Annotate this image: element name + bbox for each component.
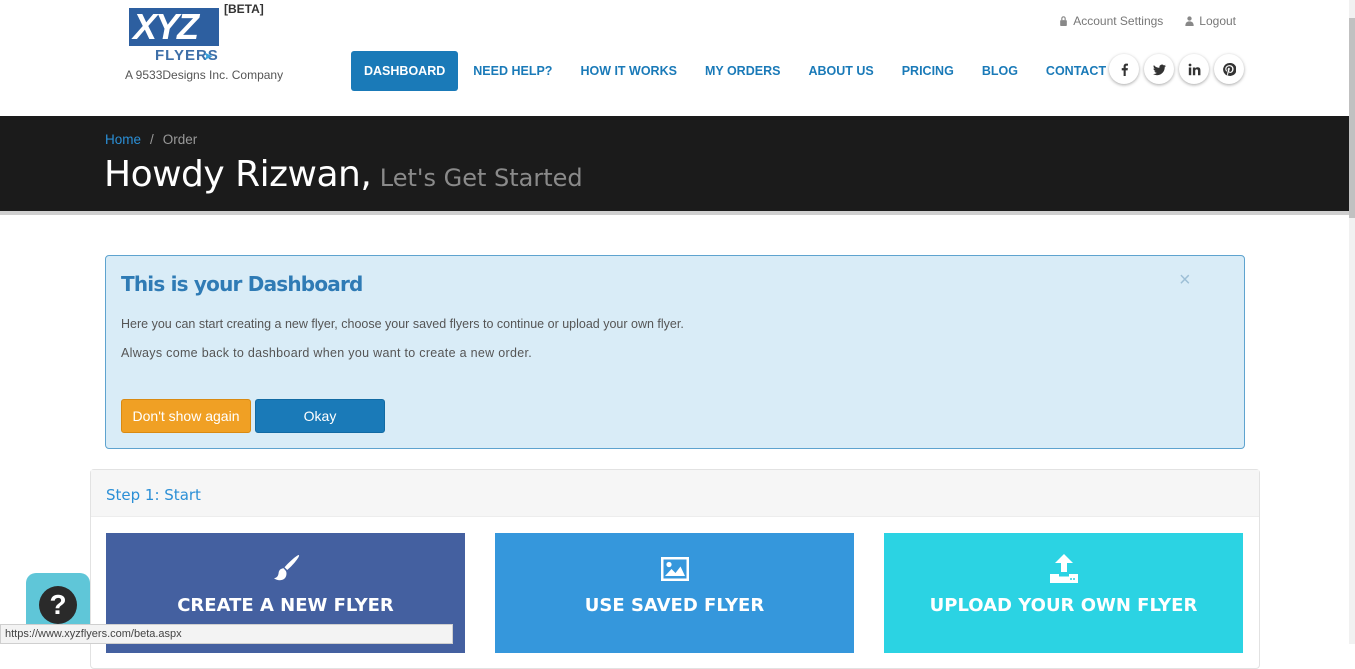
top-links: Account Settings Logout	[1059, 14, 1236, 28]
nav-my-orders[interactable]: MY ORDERS	[691, 51, 794, 91]
pinterest-icon[interactable]	[1214, 54, 1244, 84]
card-label-saved: USE SAVED FLYER	[584, 595, 765, 616]
greeting-main: Howdy Rizwan,	[104, 154, 372, 195]
alert-text-1: Here you can start creating a new flyer,…	[121, 317, 684, 331]
upload-icon	[1049, 554, 1078, 583]
main-nav: DASHBOARD NEED HELP? HOW IT WORKS MY ORD…	[351, 51, 1120, 91]
site-header: XYZ FLYERS ➤ [BETA] A 9533Designs Inc. C…	[0, 0, 1349, 116]
user-icon	[1185, 16, 1194, 26]
question-icon: ?	[39, 586, 77, 624]
breadcrumb-home[interactable]: Home	[105, 132, 141, 147]
nav-pricing[interactable]: PRICING	[888, 51, 968, 91]
paper-plane-icon: ➤	[203, 49, 214, 63]
nav-about-us[interactable]: ABOUT US	[794, 51, 887, 91]
greeting-sub: Let's Get Started	[379, 164, 583, 192]
page-title: Howdy Rizwan, Let's Get Started	[104, 154, 583, 195]
social-links	[1109, 54, 1244, 84]
okay-button[interactable]: Okay	[255, 399, 385, 433]
brush-icon	[273, 554, 299, 581]
nav-blog[interactable]: BLOG	[968, 51, 1032, 91]
facebook-icon[interactable]	[1109, 54, 1139, 84]
image-icon	[660, 557, 689, 581]
page-banner: Home / Order Howdy Rizwan, Let's Get Sta…	[0, 116, 1349, 215]
upload-own-flyer-card[interactable]: UPLOAD YOUR OWN FLYER	[884, 533, 1243, 653]
account-settings-label: Account Settings	[1073, 14, 1164, 28]
account-settings-link[interactable]: Account Settings	[1059, 14, 1163, 28]
nav-how-it-works[interactable]: HOW IT WORKS	[566, 51, 691, 91]
beta-badge: [BETA]	[224, 2, 264, 16]
card-label-upload: UPLOAD YOUR OWN FLYER	[929, 595, 1198, 616]
nav-dashboard[interactable]: DASHBOARD	[351, 51, 459, 91]
linkedin-icon[interactable]	[1179, 54, 1209, 84]
nav-contact[interactable]: CONTACT	[1032, 51, 1120, 91]
logout-label: Logout	[1199, 14, 1236, 28]
step-title: Step 1: Start	[91, 470, 1259, 517]
logout-link[interactable]: Logout	[1185, 14, 1236, 28]
logo-brand: XYZ	[133, 6, 199, 47]
scrollbar-thumb[interactable]	[1349, 18, 1355, 218]
dashboard-alert: This is your Dashboard × Here you can st…	[105, 255, 1245, 449]
alert-text-2: Always come back to dashboard when you w…	[121, 346, 532, 360]
xyz-flyers-logo[interactable]: XYZ FLYERS ➤ [BETA] A 9533Designs Inc. C…	[125, 2, 295, 84]
nav-need-help[interactable]: NEED HELP?	[459, 51, 566, 91]
twitter-icon[interactable]	[1144, 54, 1174, 84]
breadcrumb-current: Order	[162, 132, 198, 147]
breadcrumb: Home / Order	[105, 132, 197, 147]
logo-company: A 9533Designs Inc. Company	[125, 68, 284, 82]
close-icon[interactable]: ×	[1179, 269, 1191, 292]
lock-icon	[1060, 16, 1068, 26]
alert-title: This is your Dashboard	[121, 272, 363, 296]
card-label-create: CREATE A NEW FLYER	[177, 595, 394, 616]
dont-show-again-button[interactable]: Don't show again	[121, 399, 251, 433]
page-scrollbar[interactable]	[1349, 0, 1355, 644]
status-bar-url: https://www.xyzflyers.com/beta.aspx	[0, 624, 453, 644]
breadcrumb-separator: /	[150, 132, 154, 147]
use-saved-flyer-card[interactable]: USE SAVED FLYER	[495, 533, 854, 653]
